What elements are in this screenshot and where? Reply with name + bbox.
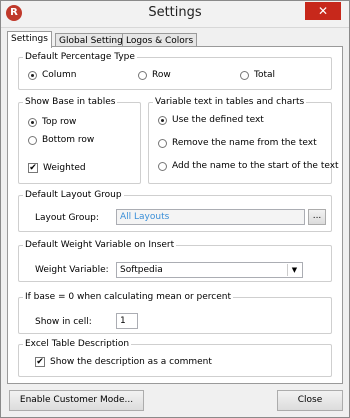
- excel-description-legend: Excel Table Description: [25, 339, 130, 349]
- tab-settings[interactable]: Settings: [7, 31, 52, 48]
- layout-group-field[interactable]: All Layouts: [116, 209, 305, 225]
- radio-top-row[interactable]: Top row: [28, 117, 76, 127]
- radio-bottom-row[interactable]: Bottom row: [28, 135, 94, 145]
- checkbox[interactable]: ✔: [28, 163, 38, 173]
- weight-variable-label: Weight Variable:: [35, 265, 109, 275]
- show-description-checkbox[interactable]: ✔ Show the description as a comment: [35, 357, 212, 367]
- weight-variable-legend: Default Weight Variable on Insert: [25, 240, 175, 250]
- enable-customer-mode-button[interactable]: Enable Customer Mode...: [9, 390, 144, 411]
- radio-label: Remove the name from the text: [172, 138, 317, 148]
- radio-button[interactable]: [28, 70, 37, 80]
- radio-label: Column: [42, 70, 77, 80]
- settings-window: R Settings ✕ Settings Global Settings Lo…: [0, 0, 350, 418]
- radio-button[interactable]: [240, 70, 249, 80]
- window-close-button[interactable]: ✕: [305, 2, 341, 20]
- base-zero-legend: If base = 0 when calculating mean or per…: [25, 292, 232, 302]
- radio-button[interactable]: [158, 138, 167, 148]
- radio-button[interactable]: [158, 161, 167, 171]
- radio-use-defined-text[interactable]: Use the defined text: [158, 115, 264, 125]
- default-percentage-legend: Default Percentage Type: [25, 52, 135, 62]
- variable-text-legend: Variable text in tables and charts: [155, 97, 305, 107]
- weighted-checkbox[interactable]: ✔ Weighted: [28, 163, 86, 173]
- radio-label: Add the name to the start of the text: [172, 161, 339, 171]
- radio-button[interactable]: [28, 117, 37, 127]
- checkbox[interactable]: ✔: [35, 357, 45, 367]
- weight-variable-select[interactable]: Softpedia ▼: [116, 262, 303, 278]
- radio-add-name[interactable]: Add the name to the start of the text: [158, 161, 339, 171]
- show-in-cell-field[interactable]: 1: [116, 313, 138, 329]
- radio-label: Total: [254, 70, 276, 80]
- layout-group-browse-button[interactable]: ...: [308, 209, 326, 225]
- settings-panel: Default Percentage Type Column Row Total…: [7, 46, 343, 384]
- chevron-down-icon[interactable]: ▼: [287, 264, 301, 276]
- window-title: Settings: [148, 5, 202, 20]
- layout-group-label: Layout Group:: [35, 213, 99, 223]
- title-bar: R Settings ✕: [1, 1, 349, 28]
- checkbox-label: Weighted: [43, 163, 86, 173]
- radio-remove-name[interactable]: Remove the name from the text: [158, 138, 317, 148]
- radio-button[interactable]: [28, 135, 37, 145]
- weight-variable-value: Softpedia: [120, 265, 163, 275]
- radio-column[interactable]: Column: [28, 70, 76, 80]
- radio-label: Row: [152, 70, 171, 80]
- radio-total[interactable]: Total: [240, 70, 275, 80]
- base-zero-group: If base = 0 when calculating mean or per…: [18, 292, 332, 334]
- radio-button[interactable]: [158, 115, 167, 125]
- checkbox-label: Show the description as a comment: [50, 357, 212, 367]
- layout-group-legend: Default Layout Group: [25, 190, 122, 200]
- radio-label: Bottom row: [42, 135, 95, 145]
- radio-label: Top row: [42, 117, 77, 127]
- radio-button[interactable]: [138, 70, 147, 80]
- show-base-legend: Show Base in tables: [25, 97, 116, 107]
- show-in-cell-label: Show in cell:: [35, 317, 92, 327]
- radio-row[interactable]: Row: [138, 70, 171, 80]
- close-button[interactable]: Close: [277, 390, 343, 411]
- radio-label: Use the defined text: [172, 115, 264, 125]
